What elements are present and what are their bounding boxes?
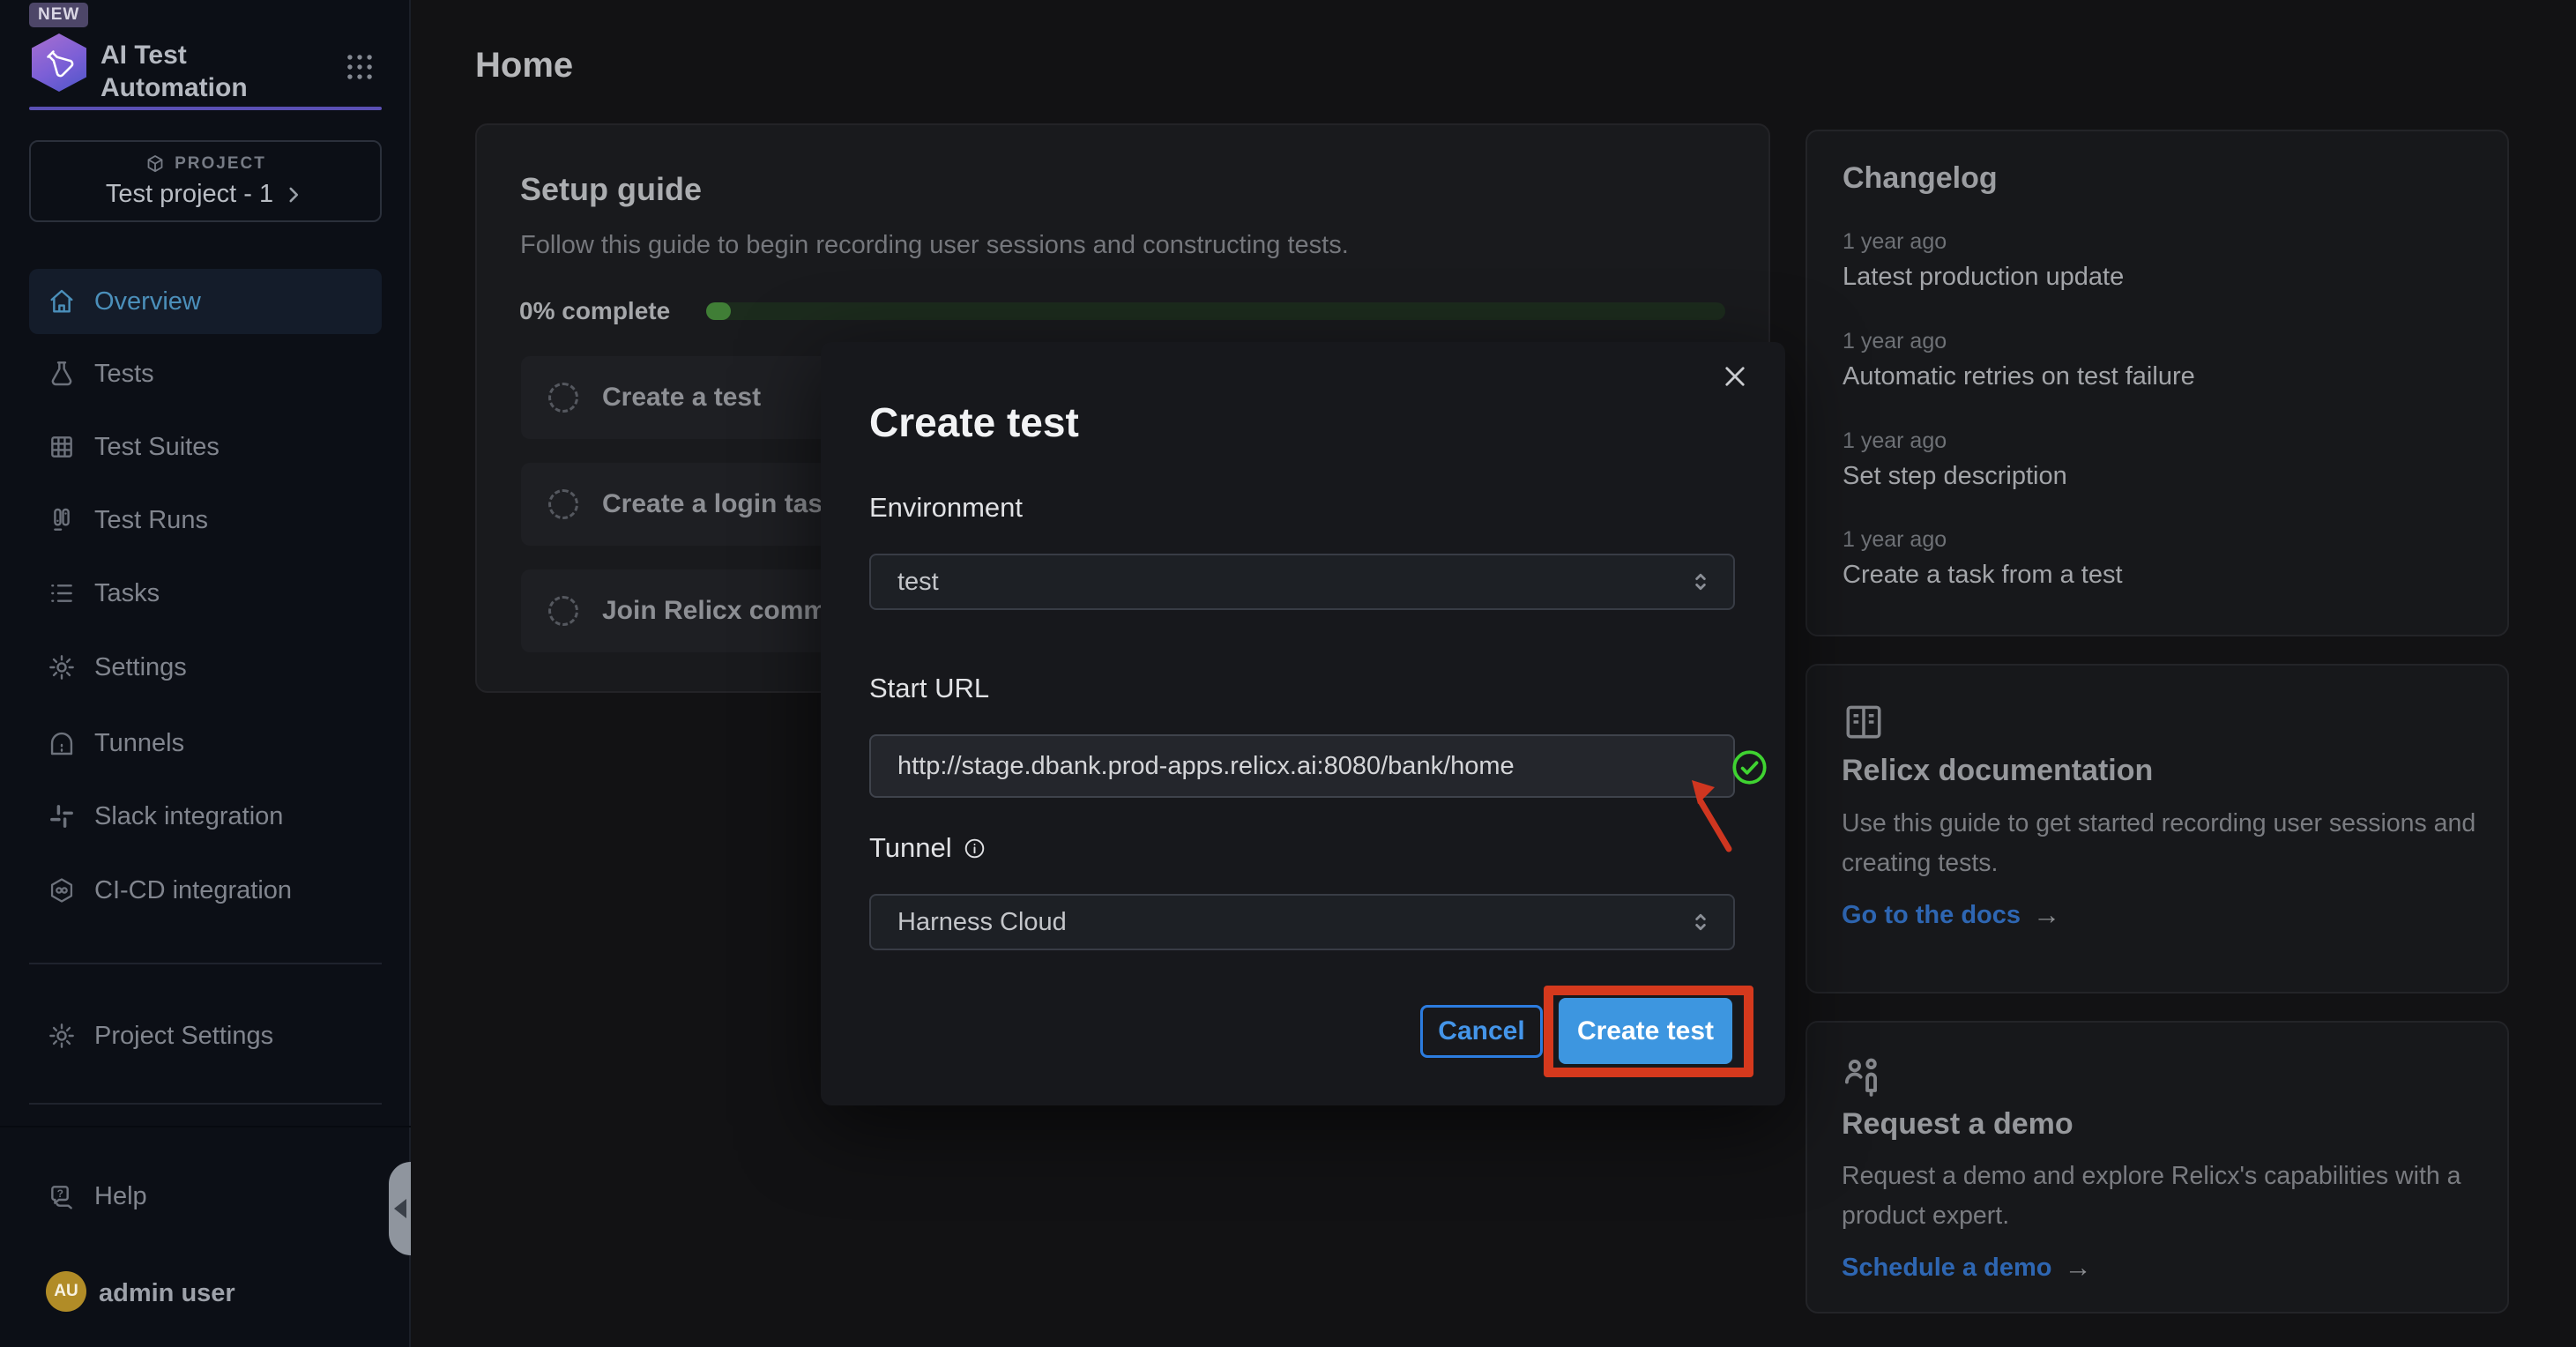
changelog-time: 1 year ago: [1843, 329, 1947, 354]
sidebar-collapse-handle[interactable]: [389, 1162, 411, 1255]
sidebar-item-tunnels[interactable]: Tunnels: [29, 711, 382, 776]
cicd-icon: [48, 876, 76, 904]
sidebar-item-slack-integration[interactable]: Slack integration: [29, 784, 382, 849]
sidebar-item-label: Tests: [94, 360, 154, 389]
changelog-entry: Create a task from a test: [1843, 561, 2123, 590]
sidebar-item-tasks[interactable]: Tasks: [29, 561, 382, 626]
project-value: Test project - 1: [106, 180, 273, 209]
sidebar-item-label: Overview: [94, 287, 201, 316]
modal-close-button[interactable]: [1714, 355, 1756, 398]
progress-fill: [706, 302, 731, 320]
logo-flask-icon: [38, 41, 80, 84]
app-title: AI Test Automation: [101, 39, 248, 104]
docs-card-body: Use this guide to get started recording …: [1842, 804, 2480, 883]
changelog-entry: Set step description: [1843, 462, 2067, 491]
changelog-time: 1 year ago: [1843, 428, 1947, 454]
sidebar-divider: [29, 1103, 382, 1105]
progress-bar: [706, 302, 1725, 320]
chevron-updown-icon: [1687, 569, 1714, 595]
avatar[interactable]: AU: [46, 1271, 86, 1312]
arrow-right-icon: →: [2033, 899, 2060, 931]
project-selector[interactable]: PROJECT Test project - 1: [29, 140, 382, 222]
user-name[interactable]: admin user: [99, 1279, 235, 1308]
setup-guide-title: Setup guide: [520, 171, 702, 208]
schedule-demo-link[interactable]: Schedule a demo →: [1842, 1252, 2092, 1284]
app-window: NEW AI Test Automation PROJECT Test proj…: [0, 0, 2576, 1347]
changelog-time: 1 year ago: [1843, 229, 1947, 255]
sidebar-item-label: Slack integration: [94, 802, 283, 831]
sidebar-item-test-runs[interactable]: Test Runs: [29, 487, 382, 553]
sidebar: NEW AI Test Automation PROJECT Test proj…: [0, 0, 411, 1347]
sidebar-item-label: CI-CD integration: [94, 876, 292, 905]
flask-icon: [48, 360, 76, 388]
sidebar-item-label: Tasks: [94, 579, 160, 608]
cube-icon: [145, 153, 166, 175]
start-url-label: Start URL: [869, 673, 989, 704]
list-icon: [48, 579, 76, 607]
sidebar-item-label: Tunnels: [94, 729, 184, 758]
progress-label: 0% complete: [519, 297, 670, 325]
page-title: Home: [475, 46, 573, 86]
sidebar-item-label: Test Suites: [94, 433, 220, 462]
module-grid-icon[interactable]: [343, 50, 376, 84]
sidebar-item-help[interactable]: Help: [29, 1164, 382, 1229]
arrow-right-icon: →: [2065, 1252, 2092, 1284]
dashed-circle-icon: [548, 489, 578, 519]
chevron-right-icon: [282, 183, 305, 206]
environment-select[interactable]: test: [869, 554, 1735, 610]
setup-guide-description: Follow this guide to begin recording use…: [520, 231, 1349, 260]
gear-icon: [48, 1022, 76, 1050]
environment-label: Environment: [869, 492, 1023, 524]
info-icon: [963, 837, 986, 860]
grid-icon: [48, 433, 76, 461]
start-url-input[interactable]: http://stage.dbank.prod-apps.relicx.ai:8…: [869, 734, 1735, 798]
tunnel-select[interactable]: Harness Cloud: [869, 894, 1735, 950]
close-icon: [1720, 361, 1750, 391]
home-icon: [48, 287, 76, 316]
sidebar-footer-edge: [0, 1126, 411, 1127]
sidebar-item-label: Settings: [94, 653, 187, 682]
chevron-updown-icon: [1687, 909, 1714, 935]
demo-card-title: Request a demo: [1842, 1107, 2073, 1142]
changelog-time: 1 year ago: [1843, 527, 1947, 553]
sidebar-item-label: Test Runs: [94, 506, 208, 535]
book-icon: [1842, 700, 1886, 744]
sidebar-item-project-settings[interactable]: Project Settings: [29, 1003, 382, 1068]
brand-underline: [29, 107, 382, 110]
demo-card-body: Request a demo and explore Relicx's capa…: [1842, 1157, 2480, 1236]
tunnel-label: Tunnel: [869, 832, 986, 864]
tunnel-icon: [48, 729, 76, 757]
people-icon: [1840, 1051, 1887, 1098]
changelog-title: Changelog: [1843, 161, 1998, 196]
cancel-button[interactable]: Cancel: [1420, 1005, 1543, 1058]
changelog-entry: Automatic retries on test failure: [1843, 362, 2195, 391]
gear-icon: [48, 653, 76, 681]
new-badge: NEW: [29, 3, 88, 27]
sidebar-divider: [29, 963, 382, 964]
docs-card-title: Relicx documentation: [1842, 754, 2153, 788]
sidebar-item-label: Project Settings: [94, 1022, 273, 1051]
sidebar-item-test-suites[interactable]: Test Suites: [29, 414, 382, 480]
sidebar-item-overview[interactable]: Overview: [29, 269, 382, 334]
app-logo: [32, 33, 86, 92]
columns-icon: [48, 506, 76, 534]
sidebar-item-label: Help: [94, 1182, 147, 1211]
sidebar-item-tests[interactable]: Tests: [29, 341, 382, 406]
help-chat-icon: [48, 1182, 76, 1210]
sidebar-item-cicd-integration[interactable]: CI-CD integration: [29, 858, 382, 923]
dashed-circle-icon: [548, 383, 578, 413]
annotation-red-arrow: [1686, 778, 1740, 855]
project-label: PROJECT: [175, 154, 266, 174]
collapse-left-icon: [394, 1199, 406, 1218]
annotation-highlight-box: [1544, 986, 1753, 1077]
changelog-entry: Latest production update: [1843, 263, 2124, 292]
go-to-docs-link[interactable]: Go to the docs →: [1842, 899, 2060, 931]
modal-title: Create test: [869, 398, 1079, 446]
dashed-circle-icon: [548, 596, 578, 626]
slack-icon: [48, 802, 76, 830]
sidebar-item-settings[interactable]: Settings: [29, 635, 382, 700]
